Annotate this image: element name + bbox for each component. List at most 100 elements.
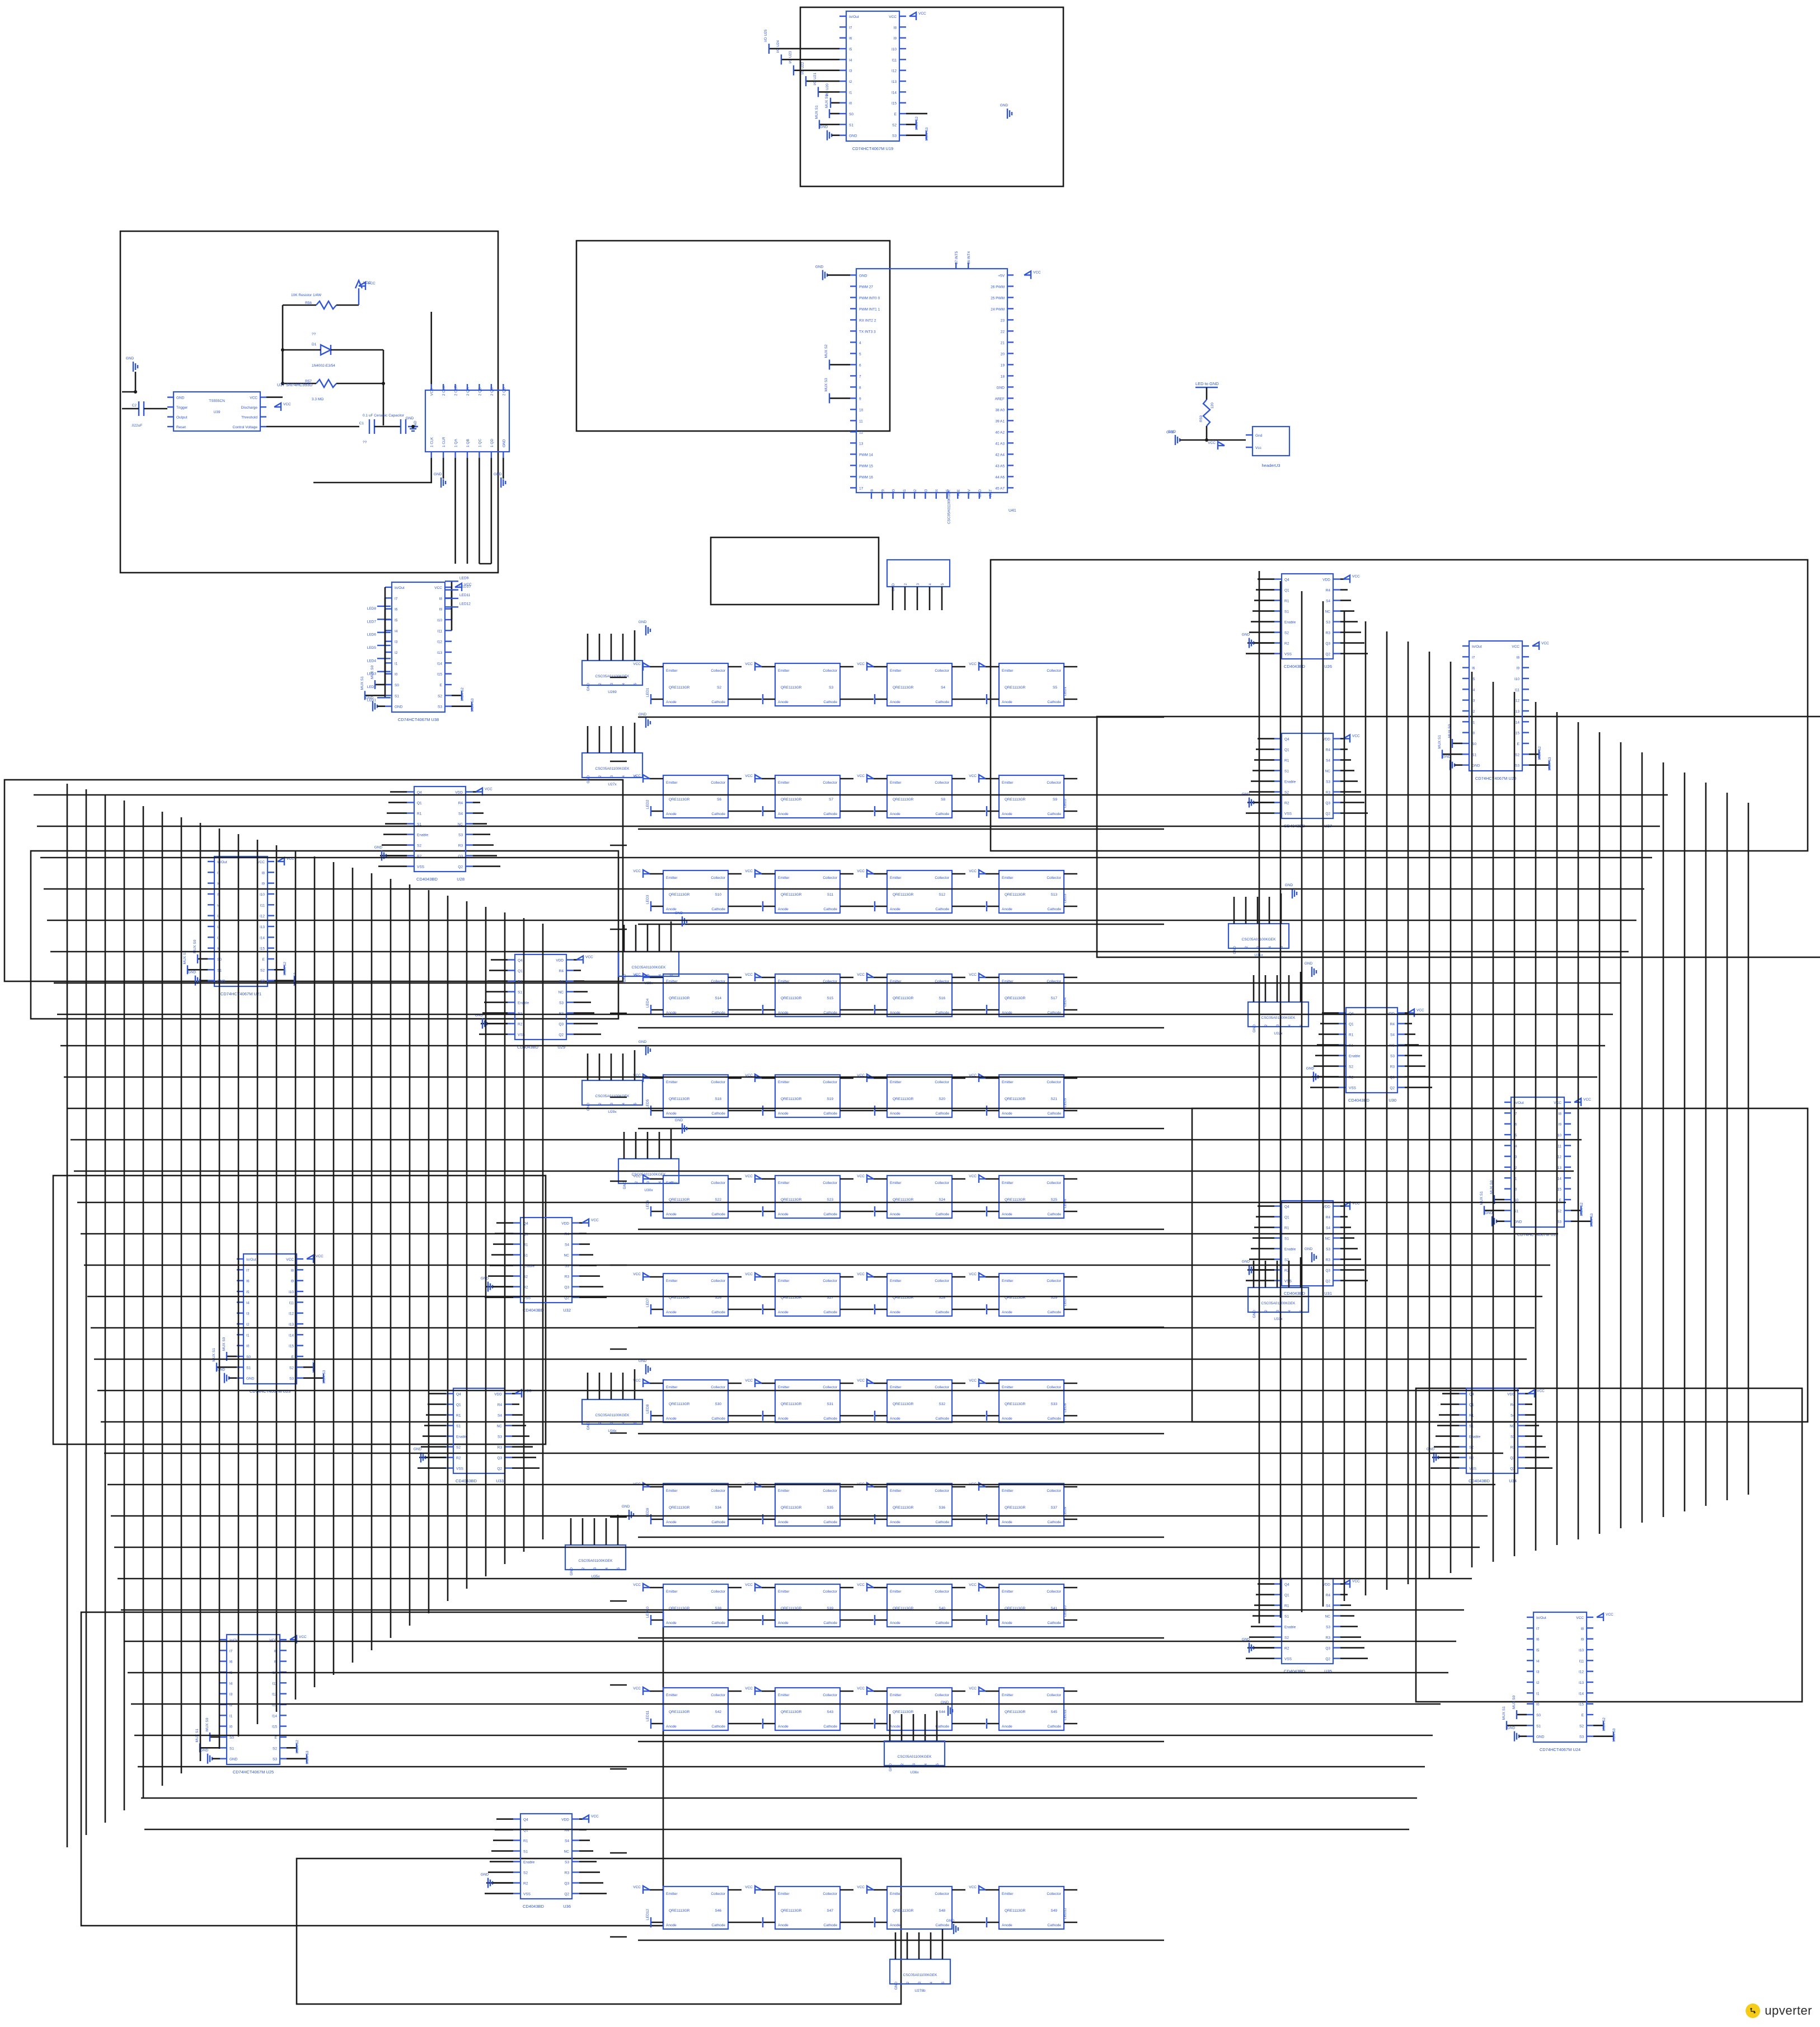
mux-block-U21[interactable] (213, 855, 269, 987)
gnd-symbol (628, 1510, 635, 1520)
schematic-canvas: In/Out I7 I6 I5 I4 I3 I2 I1 I0 S0 S1 GND VCC I8 I9 I10 I… (3, 6, 1820, 2005)
latch-block-U36[interactable] (519, 1813, 573, 1900)
sensor-designator-S42: S42 (715, 1710, 721, 1714)
mux-pin-right-E: E (1582, 1714, 1584, 1717)
sensor-pin-cathode: Cathode (1047, 907, 1061, 911)
conn-pin-10-2: 2 (900, 1763, 904, 1766)
mcu-pin-right-39 A1: 39 A1 (995, 419, 1005, 423)
latch-pin-left-R2: R2 (1284, 802, 1289, 806)
mux-pin-right-I13: I13 (892, 80, 897, 84)
conn-pin-8-GND: GND (587, 1422, 590, 1430)
mux-pin-left-GND: GND (849, 134, 857, 138)
sensor-designator-S31: S31 (827, 1402, 833, 1406)
conn-pin-11-5: 5 (941, 1982, 945, 1984)
sensor-pin-cathode: Cathode (711, 700, 725, 704)
mux-pin-left-S1: S1 (1536, 1724, 1541, 1728)
conn-pin-3-5: 5 (634, 1103, 637, 1105)
mcu-pin-left-11: 11 (859, 419, 863, 423)
vcc-label: VCC (745, 1379, 753, 1383)
latch-pin-left-S1: S1 (1284, 1237, 1289, 1241)
connector-block-9[interactable] (564, 1544, 627, 1571)
sensor-row-led-2: LED3 (1063, 893, 1067, 903)
mux-sel-mux_s2-U38: MUX S2 (461, 687, 465, 701)
mux-pin-left-I1: I1 (849, 91, 852, 95)
connector-block-2[interactable] (617, 951, 680, 977)
connector-block-8[interactable] (581, 1398, 644, 1425)
vcc-label: VCC (283, 402, 291, 406)
connector-block-3[interactable] (581, 1079, 644, 1106)
sensor-pin-collector: Collector (1047, 1590, 1061, 1594)
conn-pin-9-4: 4 (605, 1567, 609, 1570)
latch-pin-right-Q2: Q2 (1325, 1658, 1330, 1661)
latch-block-U33[interactable] (452, 1387, 506, 1474)
gnd-label: GND (434, 472, 442, 476)
conn-pin-10-3: 3 (912, 1763, 916, 1766)
sensor-part-S15: QRE1113GR (781, 996, 802, 1000)
sensor-pin-emitter: Emitter (666, 1489, 678, 1493)
latch-pin-right-R4: R4 (1326, 1216, 1331, 1220)
latch-block-U28[interactable] (413, 785, 467, 873)
counter-pin-bottom-1 QB: 1 QB (466, 439, 470, 447)
connector-ref-4: U30x (644, 1188, 653, 1192)
net-frame-12 (575, 240, 891, 432)
gnd-label: GND (1485, 1211, 1493, 1215)
gnd-label: GND (1443, 755, 1451, 759)
mux-io-tag-I/O U21: I/O U21 (813, 73, 817, 86)
sensor-pin-cathode: Cathode (711, 1520, 725, 1524)
sensor-pin-anode: Anode (666, 1520, 677, 1524)
latch-pin-right-Q3: Q3 (564, 1882, 569, 1886)
d1-tol: ?? (312, 333, 316, 336)
sensor-part-S9: QRE1113GR (1005, 798, 1026, 802)
connector-block-10[interactable] (883, 1740, 946, 1767)
header-block[interactable] (1251, 425, 1291, 457)
gnd-symbol (194, 975, 201, 986)
latch-pin-right-R3: R3 (498, 1446, 503, 1450)
sensor-pin-cathode: Cathode (823, 700, 837, 704)
mux-sel-mux_s2-U21: MUX S2 (283, 962, 287, 976)
sensor-led-tag-S30: LED8 (646, 1404, 650, 1413)
sensor-part-S13: QRE1113GR (1005, 893, 1026, 897)
sensor-pin-cathode: Cathode (711, 1417, 725, 1421)
mcu-block[interactable] (855, 268, 1008, 494)
mux-pin-right-S2: S2 (289, 1366, 294, 1370)
latch-pin-left-Q4: Q4 (456, 1393, 461, 1397)
gnd-symbol (645, 1364, 651, 1374)
mux-pin-right-E: E (1517, 742, 1520, 746)
latch-block-U29[interactable] (514, 953, 567, 1041)
gnd-symbol (223, 1373, 230, 1383)
mux-sel-mux_s1-U20: MUX S1 (1438, 735, 1442, 749)
latch-block-U27[interactable] (1280, 732, 1334, 820)
sensor-part-S46: QRE1113GR (669, 1909, 690, 1913)
mux-block-U23[interactable] (242, 1253, 298, 1385)
gnd-symbol (1174, 435, 1181, 445)
mcu-connector-block[interactable] (886, 559, 951, 588)
latch-pin-left-S1: S1 (456, 1425, 461, 1429)
mux-block-U38[interactable] (391, 581, 446, 713)
sensor-designator-S18: S18 (715, 1097, 721, 1101)
latch-block-U26[interactable] (1280, 573, 1334, 660)
mux-pin-right-VCC: VCC (286, 1258, 294, 1262)
sensor-pin-emitter: Emitter (890, 1279, 902, 1283)
latch-pin-left-VSS: VSS (456, 1467, 464, 1471)
latch-pin-right-R4: R4 (1326, 589, 1331, 593)
latch-block-U34[interactable] (1465, 1387, 1519, 1474)
vcc-label: VCC (857, 1174, 865, 1178)
sensor-part-S48: QRE1113GR (893, 1909, 914, 1913)
mux-pin-right-VCC: VCC (434, 586, 442, 590)
connector-block-11[interactable] (889, 1958, 951, 1985)
mux-block-U24[interactable] (1532, 1611, 1588, 1743)
mux-pin-right-E: E (440, 684, 443, 687)
mux-block-U19[interactable] (845, 10, 900, 142)
connector-part-6: CSC05A01100KGEK (1261, 1016, 1296, 1020)
latch-block-U30[interactable] (1345, 1007, 1399, 1094)
mcu-pin-right-18: 18 (1001, 374, 1005, 378)
latch-block-U35[interactable] (1280, 1577, 1334, 1665)
mux-block-U25[interactable] (226, 1633, 281, 1766)
latch-pin-left-VSS: VSS (1349, 1087, 1357, 1090)
sensor-part-S44: QRE1113GR (893, 1710, 914, 1714)
mcu-mux-tag-mux_s2: MUX S2 (824, 344, 828, 358)
gnd-symbol (826, 130, 833, 141)
mux-pin-right-I15: I15 (272, 1725, 277, 1729)
latch-pin-left-R2: R2 (1284, 642, 1289, 646)
sensor-pin-emitter: Emitter (666, 1892, 678, 1896)
